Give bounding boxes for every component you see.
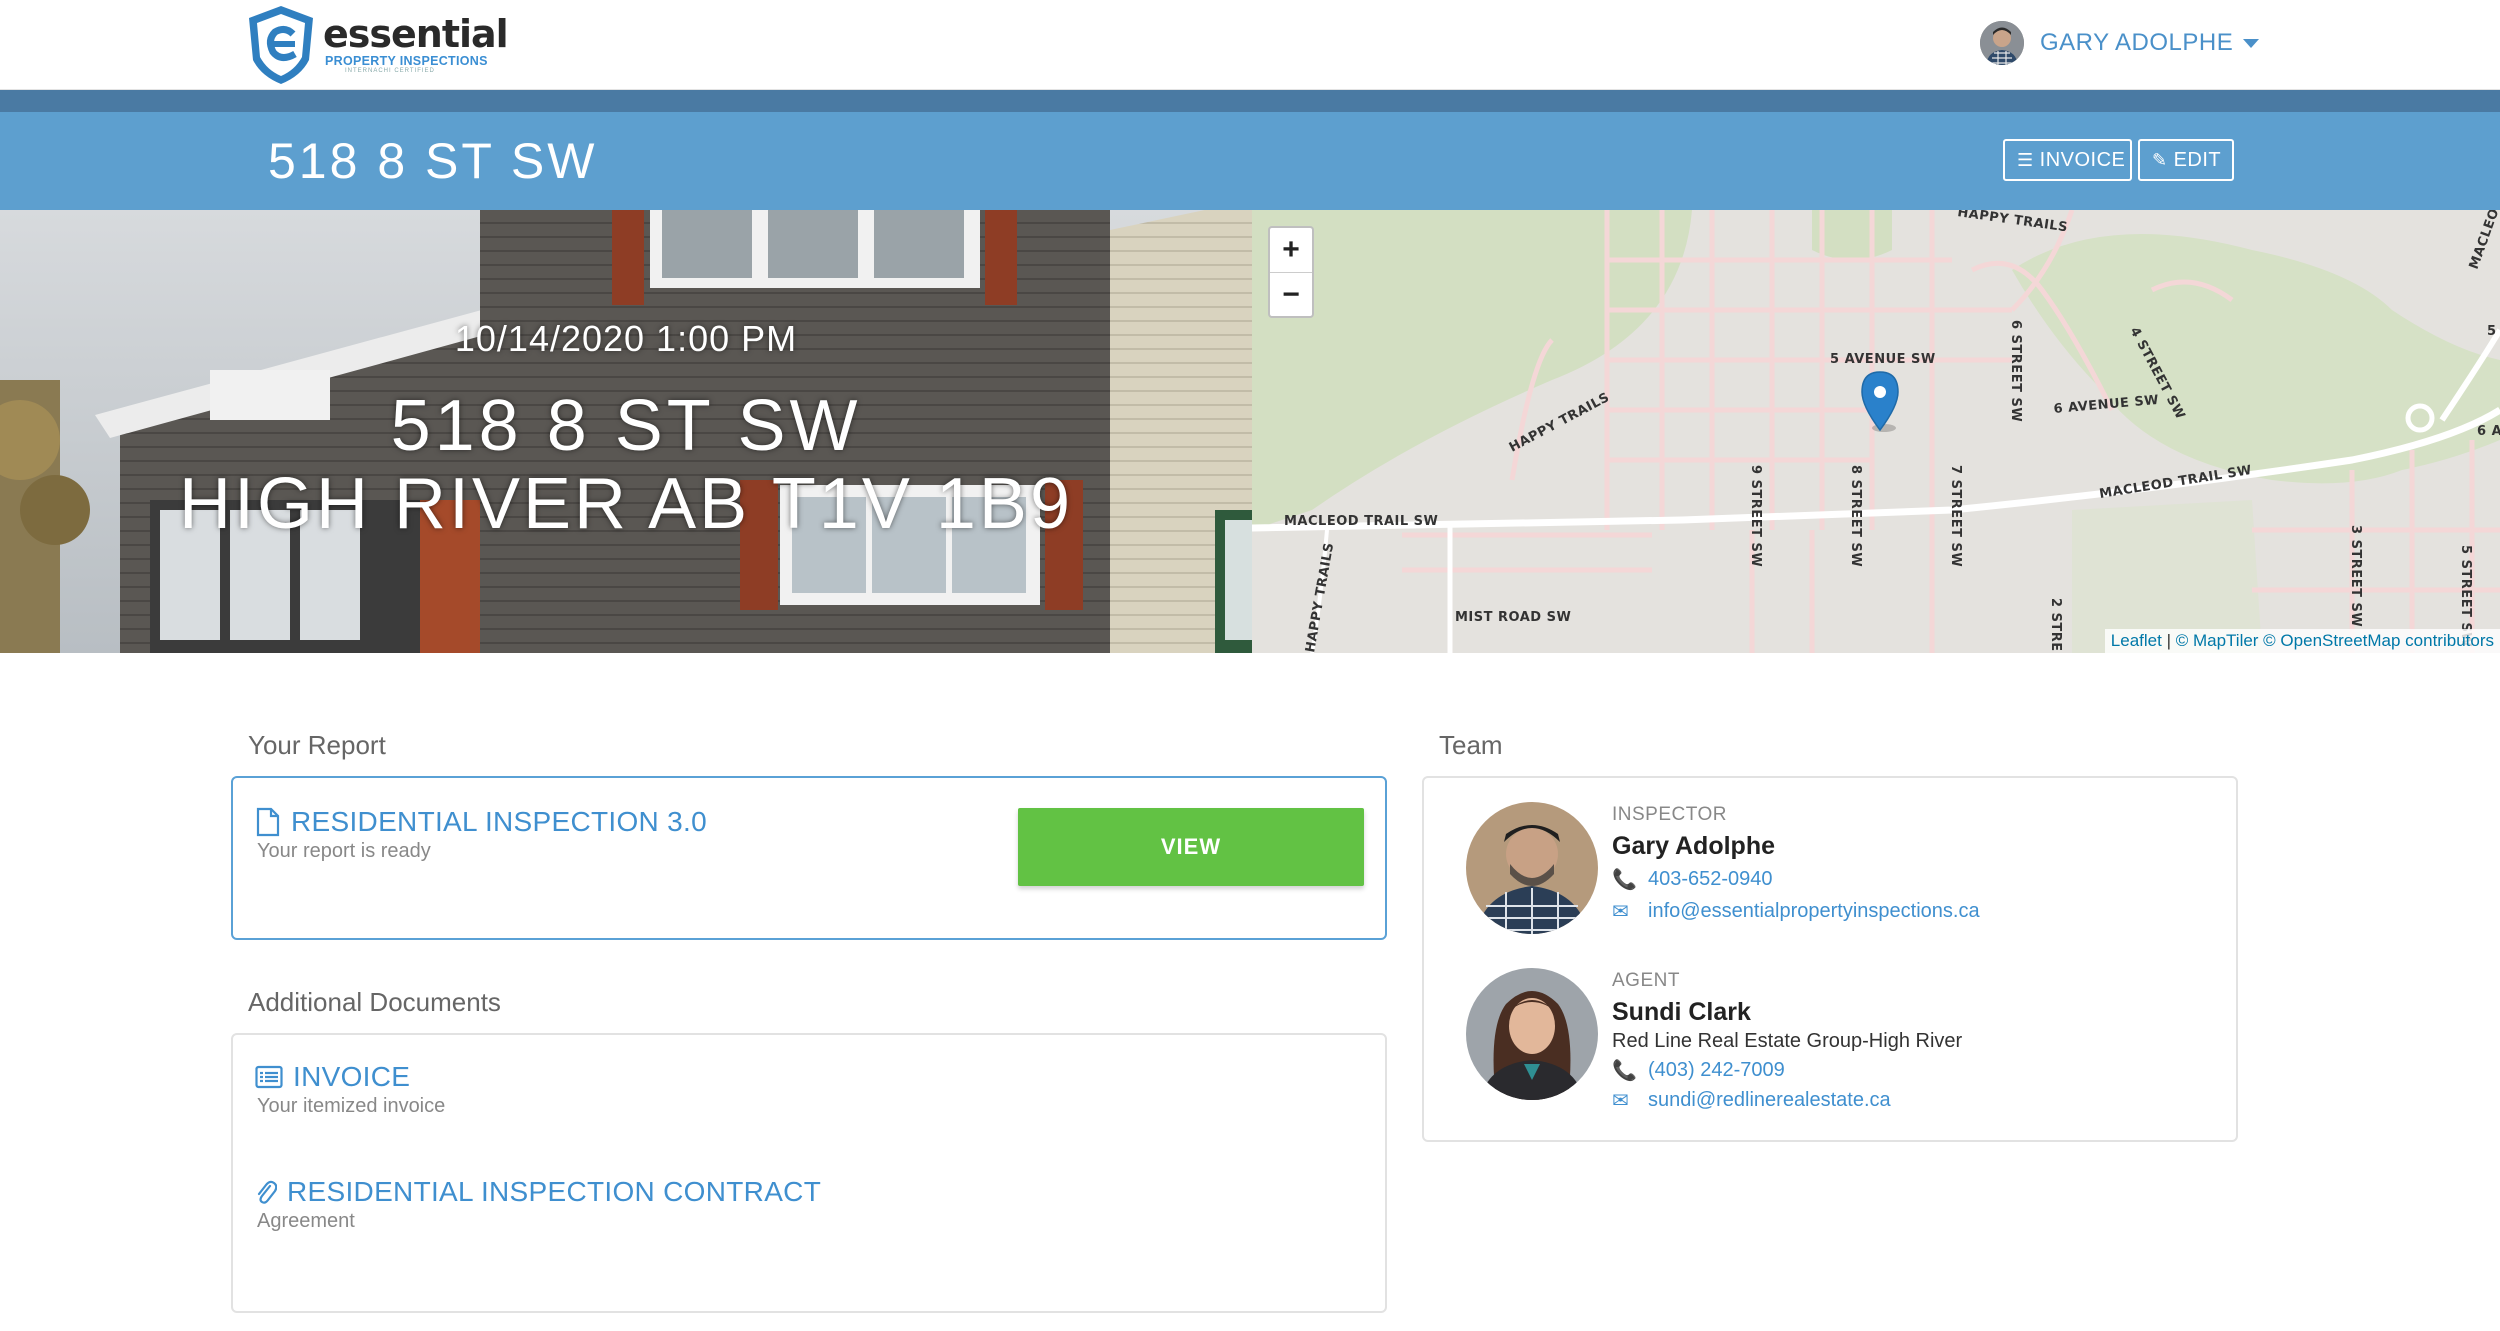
map-label: 5 <box>2487 324 2497 339</box>
contract-document-subtitle: Agreement <box>257 1210 355 1232</box>
address-street: 518 8 ST SW <box>390 386 862 466</box>
hero-overlay: 10/14/2020 1:00 PM 518 8 ST SW HIGH RIVE… <box>0 210 1252 653</box>
map-label: 2 STREET SW <box>2048 598 2063 653</box>
invoice-document-title: INVOICE <box>293 1061 411 1092</box>
document-icon <box>256 807 280 837</box>
title-bar: 518 8 ST SW ☰ INVOICE ✎ EDIT <box>0 112 2500 210</box>
paperclip-icon <box>257 1180 277 1204</box>
documents-card: INVOICE Your itemized invoice RESIDENTIA… <box>231 1033 1387 1313</box>
report-status: Your report is ready <box>257 840 431 862</box>
zoom-in-button[interactable]: + <box>1270 228 1312 272</box>
avatar <box>1980 21 2024 65</box>
agent-photo <box>1466 968 1598 1100</box>
map-label: 8 STREET SW <box>1848 465 1863 567</box>
property-photo: 10/14/2020 1:00 PM 518 8 ST SW HIGH RIVE… <box>0 210 1252 653</box>
map-label: 6 STREET SW <box>2008 320 2023 422</box>
map-zoom-control: + − <box>1268 226 1314 318</box>
inspector-email: info@essentialpropertyinspections.ca <box>1648 900 1980 922</box>
map-label: 6 A <box>2477 424 2500 439</box>
map-label: MACLEOD TRAIL SW <box>1284 514 1438 529</box>
map-label: 9 STREET SW <box>1748 465 1763 567</box>
your-report-heading: Your Report <box>248 730 386 760</box>
map-label: 5 AVENUE SW <box>1830 352 1936 367</box>
osm-attribution-link[interactable]: © MapTiler © OpenStreetMap contributors <box>2176 631 2494 650</box>
agent-brokerage: Red Line Real Estate Group-High River <box>1612 1030 1963 1052</box>
map-label: 3 STREET SW <box>2348 525 2363 627</box>
report-title-link[interactable]: RESIDENTIAL INSPECTION 3.0 <box>255 806 707 838</box>
logo-tagline: INTERNACHI CERTIFIED <box>345 68 435 74</box>
phone-icon: 📞 <box>1612 1060 1637 1082</box>
zoom-out-button[interactable]: − <box>1270 272 1312 316</box>
chevron-down-icon <box>2243 38 2260 48</box>
envelope-icon: ✉ <box>1612 901 1629 923</box>
top-navbar: essential PROPERTY INSPECTIONS INTERNACH… <box>0 0 2500 90</box>
location-map[interactable]: HAPPY TRAILS HAPPY TRAILS HAPPY TRAILS 5… <box>1252 210 2500 653</box>
map-attribution: Leaflet | © MapTiler © OpenStreetMap con… <box>2104 629 2500 653</box>
envelope-icon: ✉ <box>1612 1090 1629 1112</box>
attribution-separator: | <box>2161 631 2176 650</box>
edit-button[interactable]: ✎ EDIT <box>2138 139 2234 181</box>
user-menu[interactable]: GARY ADOLPHE <box>1980 18 2260 68</box>
leaflet-link[interactable]: Leaflet <box>2111 631 2162 650</box>
contract-document-title: RESIDENTIAL INSPECTION CONTRACT <box>287 1176 822 1207</box>
inspector-name: Gary Adolphe <box>1612 832 1775 860</box>
phone-icon: 📞 <box>1612 869 1637 891</box>
header-divider-strip <box>0 90 2500 112</box>
invoice-document-subtitle: Your itemized invoice <box>257 1095 446 1117</box>
agent-role: AGENT <box>1612 970 1680 991</box>
view-report-button[interactable]: VIEW <box>1018 808 1364 886</box>
address-city: HIGH RIVER AB T1V 1B9 <box>179 464 1073 544</box>
shield-logo-icon <box>249 6 313 84</box>
list-icon: ☰ <box>2017 149 2034 170</box>
inspector-phone-link[interactable]: 📞 403-652-0940 <box>1612 867 1773 892</box>
agent-phone-link[interactable]: 📞 (403) 242-7009 <box>1612 1058 1785 1083</box>
user-name: GARY ADOLPHE <box>2040 29 2234 56</box>
report-title: RESIDENTIAL INSPECTION 3.0 <box>291 806 707 837</box>
team-card: INSPECTOR Gary Adolphe 📞 403-652-0940 ✉ … <box>1422 776 2238 1142</box>
team-heading: Team <box>1439 730 1503 760</box>
company-logo[interactable]: essential PROPERTY INSPECTIONS INTERNACH… <box>245 4 509 86</box>
logo-subtitle: PROPERTY INSPECTIONS <box>325 54 488 68</box>
inspector-role: INSPECTOR <box>1612 804 1728 825</box>
map-label: 7 STREET SW <box>1948 465 1963 567</box>
page-title: 518 8 ST SW <box>268 133 598 189</box>
inspector-photo <box>1466 802 1598 934</box>
inspector-phone: 403-652-0940 <box>1648 868 1773 890</box>
edit-button-label: EDIT <box>2173 148 2222 171</box>
agent-email-link[interactable]: ✉ sundi@redlinerealestate.ca <box>1612 1088 1891 1113</box>
agent-phone: (403) 242-7009 <box>1648 1059 1785 1081</box>
map-label: MIST ROAD SW <box>1455 610 1571 625</box>
map-marker-icon[interactable] <box>1858 370 1902 432</box>
invoice-button-label: INVOICE <box>2039 148 2126 171</box>
inspector-email-link[interactable]: ✉ info@essentialpropertyinspections.ca <box>1612 899 1980 924</box>
pencil-icon: ✎ <box>2152 149 2168 170</box>
agent-name: Sundi Clark <box>1612 998 1751 1026</box>
agent-email: sundi@redlinerealestate.ca <box>1648 1089 1891 1111</box>
invoice-button[interactable]: ☰ INVOICE <box>2003 139 2132 181</box>
additional-documents-heading: Additional Documents <box>248 987 501 1017</box>
list-icon <box>255 1065 283 1089</box>
contract-document-link[interactable]: RESIDENTIAL INSPECTION CONTRACT <box>255 1176 821 1208</box>
logo-wordmark: essential <box>323 12 509 56</box>
report-card: RESIDENTIAL INSPECTION 3.0 Your report i… <box>231 776 1387 940</box>
inspection-datetime: 10/14/2020 1:00 PM <box>454 318 798 359</box>
invoice-document-link[interactable]: INVOICE <box>255 1061 410 1093</box>
